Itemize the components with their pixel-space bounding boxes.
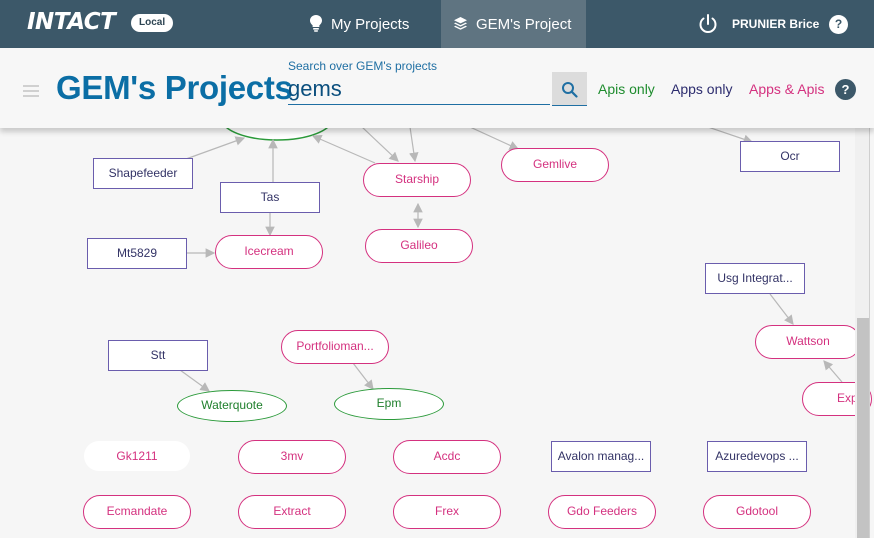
power-icon[interactable] <box>697 13 719 35</box>
page-title: GEM's Projects <box>56 69 293 106</box>
graph-node-project[interactable]: Stt <box>108 340 208 371</box>
search-input[interactable] <box>288 74 550 105</box>
layers-icon <box>454 16 467 30</box>
filter-apps-and-apis[interactable]: Apps & Apis <box>749 81 825 97</box>
edge <box>769 293 794 325</box>
edge <box>311 134 376 164</box>
environment-badge: Local <box>131 14 174 32</box>
tab-my-projects[interactable]: My Projects <box>297 0 423 48</box>
graph-node-app[interactable]: Gdotool <box>703 495 811 529</box>
graph-node-api[interactable]: Epm <box>334 388 444 420</box>
graph-node-app[interactable]: Extract <box>238 495 346 529</box>
graph-node-app[interactable]: Portfolioman... <box>281 330 389 364</box>
graph-node-project[interactable]: Shapefeeder <box>93 158 193 189</box>
lightbulb-icon <box>310 15 322 32</box>
help-icon[interactable]: ? <box>829 15 848 34</box>
graph-node-app[interactable]: Gdo Feeders <box>548 495 656 529</box>
menu-icon[interactable] <box>23 85 39 97</box>
graph-node-api[interactable]: Waterquote <box>177 390 287 422</box>
graph-node-app[interactable]: Frex <box>393 495 501 529</box>
filter-apps-only[interactable]: Apps only <box>671 81 732 97</box>
tab-gems-project[interactable]: GEM's Project <box>441 0 586 48</box>
graph-node-app[interactable]: Gk1211 <box>84 441 190 471</box>
search-icon <box>562 82 578 98</box>
graph-node-project[interactable]: Avalon manag... <box>551 441 651 472</box>
tab-my-projects-label: My Projects <box>331 16 410 33</box>
graph-node-project[interactable]: Tas <box>220 182 320 213</box>
graph-node-project[interactable]: Ocr <box>740 141 840 172</box>
page-header: GEM's Projects Search over GEM's project… <box>0 48 874 128</box>
graph-node-project[interactable]: Mt5829 <box>87 238 187 269</box>
graph-node-partial[interactable] <box>221 128 333 141</box>
filter-apis-only[interactable]: Apis only <box>598 81 655 97</box>
top-navigation-bar: INTACT Local My Projects GEM's Project P… <box>0 0 874 48</box>
graph-node-app[interactable]: Starship <box>363 163 471 197</box>
divider <box>869 128 870 538</box>
edge <box>362 128 399 162</box>
edge <box>179 369 210 392</box>
graph-node-project[interactable]: Usg Integrat... <box>705 263 805 294</box>
edge <box>352 362 374 390</box>
search-label: Search over GEM's projects <box>288 59 438 73</box>
graph-node-app[interactable]: Ecmandate <box>83 495 191 529</box>
scrollbar-thumb[interactable] <box>857 318 869 538</box>
graph-node-app[interactable]: Galileo <box>365 229 473 263</box>
graph-node-project[interactable]: Azuredevops ... <box>707 441 807 472</box>
graph-node-app[interactable]: Gemlive <box>501 148 609 182</box>
edge <box>470 128 520 150</box>
graph-node-app[interactable]: Wattson <box>755 325 861 359</box>
tab-gems-project-label: GEM's Project <box>476 16 572 33</box>
app-logo[interactable]: INTACT <box>27 9 116 35</box>
search-button[interactable] <box>552 72 587 106</box>
edge <box>185 136 246 160</box>
edge <box>409 128 419 163</box>
user-name[interactable]: PRUNIER Brice <box>732 17 819 31</box>
edge <box>709 128 754 144</box>
edge <box>823 360 843 383</box>
dependency-graph[interactable]: Shapefeeder Tas Mt5829 Icecream Starship… <box>0 128 874 538</box>
help-icon[interactable]: ? <box>835 79 856 100</box>
graph-node-app[interactable]: 3mv <box>238 440 346 474</box>
graph-node-app[interactable]: Acdc <box>393 440 501 474</box>
graph-node-app[interactable]: Icecream <box>215 235 323 269</box>
